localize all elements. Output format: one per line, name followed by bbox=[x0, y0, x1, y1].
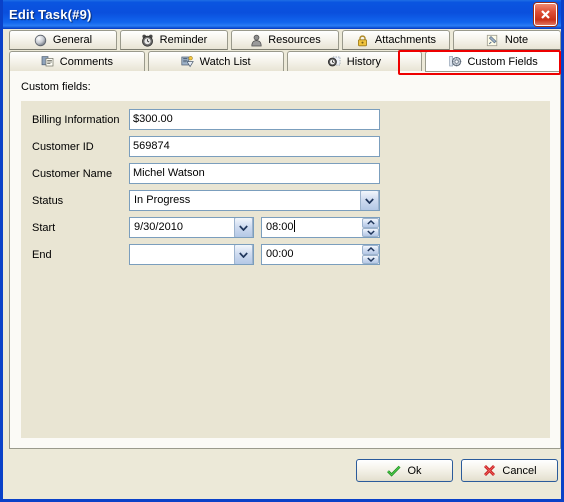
status-select[interactable]: In Progress bbox=[129, 190, 380, 211]
ok-button[interactable]: Ok bbox=[356, 459, 453, 482]
tab-content-panel: Custom fields: Billing Information $300.… bbox=[9, 71, 561, 449]
watch-list-icon bbox=[181, 55, 195, 69]
end-time-value: 00:00 bbox=[266, 248, 294, 260]
tab-row-1: General Reminder Resources Attachments N… bbox=[9, 30, 561, 50]
tab-label: History bbox=[346, 55, 381, 68]
text-caret bbox=[293, 220, 295, 232]
tab-label: Note bbox=[504, 34, 529, 46]
start-date-select[interactable]: 9/30/2010 bbox=[129, 217, 254, 238]
cancel-button-label: Cancel bbox=[502, 464, 537, 477]
end-time-stepper[interactable]: 00:00 bbox=[261, 244, 380, 265]
tab-label: Comments bbox=[59, 55, 113, 68]
billing-information-input[interactable]: $300.00 bbox=[129, 109, 380, 130]
red-x-icon bbox=[482, 464, 496, 478]
green-check-icon bbox=[387, 464, 401, 478]
tab-history[interactable]: History bbox=[286, 51, 423, 72]
field-label-end: End bbox=[32, 249, 52, 261]
tab-label: Custom Fields bbox=[467, 55, 538, 68]
chevron-down-icon[interactable] bbox=[234, 245, 253, 264]
pushpin-note-icon bbox=[486, 33, 500, 47]
history-clock-icon bbox=[328, 55, 342, 69]
tab-label: Reminder bbox=[159, 34, 208, 46]
tab-resources[interactable]: Resources bbox=[231, 30, 339, 50]
customer-name-input[interactable]: Michel Watson bbox=[129, 163, 380, 184]
section-label: Custom fields: bbox=[21, 81, 91, 93]
alarm-clock-icon bbox=[141, 33, 155, 47]
sphere-icon bbox=[34, 33, 48, 47]
tab-general[interactable]: General bbox=[9, 30, 117, 50]
field-label-customer-id: Customer ID bbox=[32, 141, 94, 153]
tab-attachments[interactable]: Attachments bbox=[342, 30, 450, 50]
field-label-billing-information: Billing Information bbox=[32, 114, 120, 126]
tab-note[interactable]: Note bbox=[453, 30, 561, 50]
tab-label: General bbox=[52, 34, 93, 46]
ok-button-label: Ok bbox=[407, 464, 422, 477]
comments-icon bbox=[41, 55, 55, 69]
start-time-stepper[interactable]: 08:00 bbox=[261, 217, 380, 238]
tab-custom-fields[interactable]: Custom Fields bbox=[425, 51, 561, 72]
stepper-buttons[interactable] bbox=[362, 218, 379, 237]
chevron-down-icon[interactable] bbox=[360, 191, 379, 210]
lock-icon bbox=[356, 33, 370, 47]
start-date-value: 9/30/2010 bbox=[134, 221, 183, 233]
tab-label: Watch List bbox=[199, 55, 251, 68]
stepper-down-icon[interactable] bbox=[362, 227, 379, 237]
stepper-up-icon[interactable] bbox=[362, 218, 379, 228]
stepper-up-icon[interactable] bbox=[362, 245, 379, 255]
custom-fields-panel: Billing Information $300.00 Customer ID … bbox=[21, 101, 550, 438]
tab-strip: General Reminder Resources Attachments N… bbox=[9, 30, 561, 75]
field-label-start: Start bbox=[32, 222, 56, 234]
field-label-customer-name: Customer Name bbox=[32, 168, 113, 180]
tab-comments[interactable]: Comments bbox=[9, 51, 145, 72]
tab-label: Resources bbox=[268, 34, 321, 46]
chevron-down-icon[interactable] bbox=[234, 218, 253, 237]
close-button[interactable] bbox=[534, 3, 557, 26]
stepper-buttons[interactable] bbox=[362, 245, 379, 264]
customer-id-input[interactable]: 569874 bbox=[129, 136, 380, 157]
person-icon bbox=[249, 33, 263, 47]
end-date-select[interactable] bbox=[129, 244, 254, 265]
tab-row-2: Comments Watch List History Custom Field… bbox=[9, 51, 561, 72]
window-title: Edit Task(#9) bbox=[9, 6, 92, 22]
start-time-value: 08:00 bbox=[266, 220, 295, 233]
stepper-down-icon[interactable] bbox=[362, 254, 379, 264]
tab-reminder[interactable]: Reminder bbox=[120, 30, 228, 50]
status-selected-value: In Progress bbox=[134, 194, 191, 206]
edit-task-dialog: Edit Task(#9) General Reminder Resources… bbox=[0, 0, 564, 502]
tab-label: Attachments bbox=[374, 34, 437, 46]
tab-watch-list[interactable]: Watch List bbox=[147, 51, 284, 72]
title-bar: Edit Task(#9) bbox=[3, 0, 561, 29]
field-label-status: Status bbox=[32, 195, 64, 207]
close-icon bbox=[541, 10, 550, 19]
cancel-button[interactable]: Cancel bbox=[461, 459, 558, 482]
dialog-button-bar: Ok Cancel bbox=[3, 455, 561, 495]
gear-icon bbox=[448, 55, 462, 69]
